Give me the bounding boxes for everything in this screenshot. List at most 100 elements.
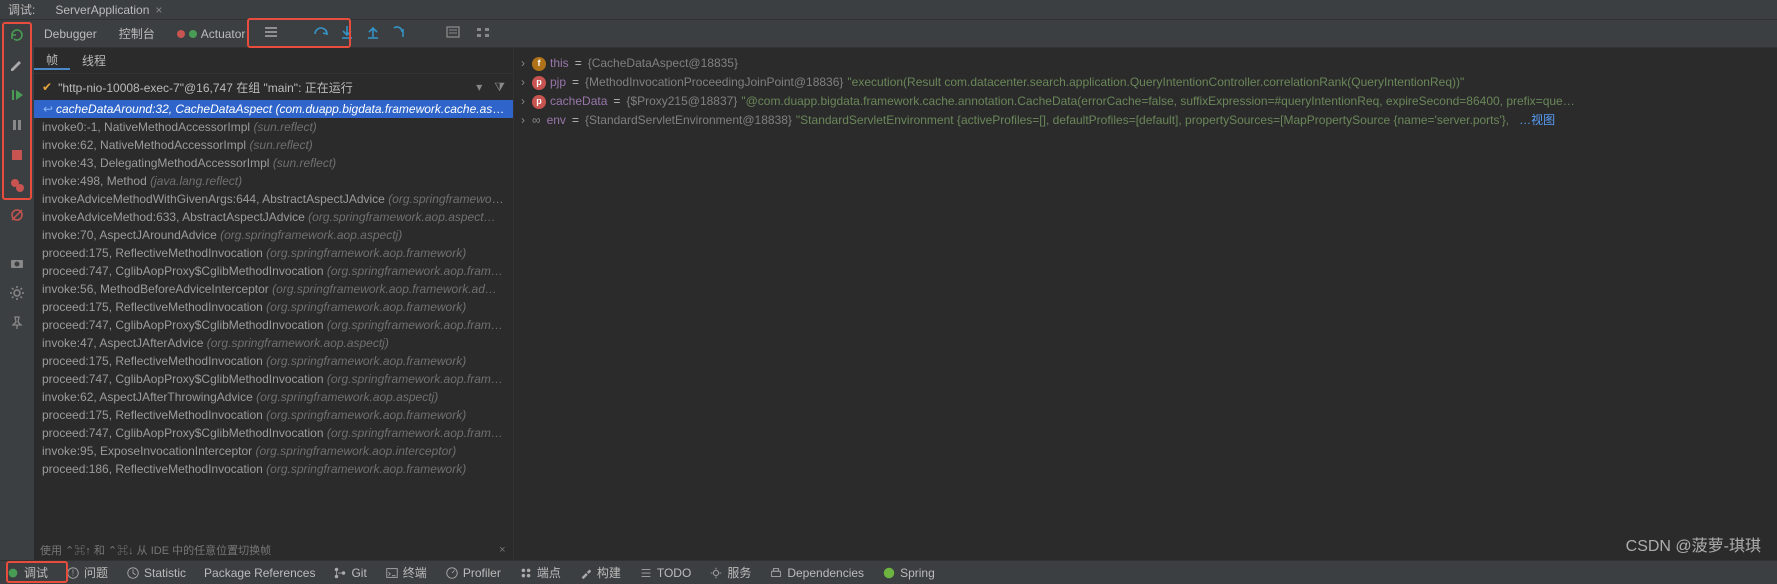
thread-selector[interactable]: ✔ "http-nio-10008-exec-7"@16,747 在组 "mai…	[34, 74, 513, 100]
run-to-cursor-button[interactable]	[391, 24, 407, 43]
pause-button[interactable]	[8, 116, 26, 134]
stack-frame[interactable]: proceed:175, ReflectiveMethodInvocation …	[34, 406, 513, 424]
tool-endpoints[interactable]: 端点	[519, 564, 561, 581]
hint-close-icon[interactable]: ×	[499, 544, 505, 556]
variables-panel[interactable]: ›fthis = {CacheDataAspect@18835}›ppjp = …	[514, 48, 1777, 560]
stack-frame[interactable]: proceed:175, ReflectiveMethodInvocation …	[34, 352, 513, 370]
stack-frame[interactable]: invoke:70, AspectJAroundAdvice (org.spri…	[34, 226, 513, 244]
rerun-button[interactable]	[8, 26, 26, 44]
terminal-icon	[385, 566, 399, 580]
hammer-icon	[579, 566, 593, 580]
resume-button[interactable]	[8, 86, 26, 104]
run-config-tab[interactable]: ServerApplication ×	[43, 3, 170, 17]
endpoints-icon	[519, 566, 533, 580]
tool-profiler[interactable]: Profiler	[445, 566, 501, 580]
stack-frame[interactable]: invoke:498, Method (java.lang.reflect)	[34, 172, 513, 190]
stack-frame[interactable]: invoke:56, MethodBeforeAdviceInterceptor…	[34, 280, 513, 298]
stack-frame[interactable]: proceed:747, CglibAopProxy$CglibMethodIn…	[34, 370, 513, 388]
var-badge: f	[532, 57, 546, 71]
tool-problems[interactable]: !问题	[66, 564, 108, 581]
step-buttons-group	[313, 24, 407, 43]
tool-debug[interactable]: 调试	[6, 564, 48, 581]
frames-hint: 使用 ⌃⌘↑ 和 ⌃⌘↓ 从 IDE 中的任意位置切换帧 ×	[40, 542, 506, 558]
step-out-button[interactable]	[365, 24, 381, 43]
run-config-name: ServerApplication	[55, 3, 149, 17]
infinity-icon: ∞	[532, 111, 541, 130]
close-icon[interactable]: ×	[155, 3, 162, 17]
view-link[interactable]: …视图	[1519, 111, 1555, 130]
tool-services[interactable]: 服务	[709, 564, 751, 581]
funnel-icon[interactable]: ⧩	[494, 80, 505, 95]
tab-frames[interactable]: 帧	[34, 51, 70, 70]
tool-dependencies[interactable]: Dependencies	[769, 566, 864, 580]
actuator-label: Actuator	[201, 27, 246, 41]
services-icon	[709, 566, 723, 580]
stack-frame[interactable]: invoke:95, ExposeInvocationInterceptor (…	[34, 442, 513, 460]
tool-terminal[interactable]: 终端	[385, 564, 427, 581]
variable-row[interactable]: ›fthis = {CacheDataAspect@18835}	[518, 54, 1773, 73]
clock-icon	[126, 566, 140, 580]
frames-head: 帧 线程	[34, 48, 513, 74]
step-into-button[interactable]	[339, 24, 355, 43]
tab-console[interactable]: 控制台	[115, 23, 159, 44]
variable-row[interactable]: ›ppjp = {MethodInvocationProceedingJoinP…	[518, 73, 1773, 92]
threads-view-icon[interactable]	[263, 24, 279, 43]
stack-frame[interactable]: ↩cacheDataAround:32, CacheDataAspect (co…	[34, 100, 513, 118]
view-breakpoints-button[interactable]	[8, 176, 26, 194]
actuator-dot-green	[189, 30, 197, 38]
trace-current-stream-chain-button[interactable]	[475, 24, 491, 43]
stack-frame[interactable]: proceed:175, ReflectiveMethodInvocation …	[34, 298, 513, 316]
debug-left-toolbar	[0, 20, 34, 560]
bug-icon	[6, 566, 20, 580]
tool-git[interactable]: Git	[333, 566, 366, 580]
debug-label: 调试:	[0, 1, 43, 18]
evaluate-expression-button[interactable]	[445, 24, 461, 43]
top-tabstrip: 调试: ServerApplication ×	[0, 0, 1777, 20]
stack-frame[interactable]: invoke:62, AspectJAfterThrowingAdvice (o…	[34, 388, 513, 406]
frames-panel: 帧 线程 ✔ "http-nio-10008-exec-7"@16,747 在组…	[34, 48, 514, 560]
stack-frame[interactable]: invokeAdviceMethodWithGivenArgs:644, Abs…	[34, 190, 513, 208]
stop-button[interactable]	[8, 146, 26, 164]
modify-run-config-button[interactable]	[8, 56, 26, 74]
stack-frame[interactable]: invoke:62, NativeMethodAccessorImpl (sun…	[34, 136, 513, 154]
profiler-icon	[445, 566, 459, 580]
debugger-main: 帧 线程 ✔ "http-nio-10008-exec-7"@16,747 在组…	[34, 48, 1777, 560]
tool-statistic[interactable]: Statistic	[126, 566, 186, 580]
spring-icon	[882, 566, 896, 580]
actuator-dot-red	[177, 30, 185, 38]
mute-breakpoints-button[interactable]	[8, 206, 26, 224]
chevron-right-icon[interactable]: ›	[518, 111, 528, 130]
stack-frame-list[interactable]: ↩cacheDataAround:32, CacheDataAspect (co…	[34, 100, 513, 560]
chevron-right-icon[interactable]: ›	[518, 54, 528, 73]
settings-button[interactable]	[8, 284, 26, 302]
filter-icon[interactable]: ▾	[476, 80, 482, 94]
hint-text: 使用 ⌃⌘↑ 和 ⌃⌘↓ 从 IDE 中的任意位置切换帧	[40, 542, 271, 558]
stack-frame[interactable]: proceed:747, CglibAopProxy$CglibMethodIn…	[34, 316, 513, 334]
tool-build[interactable]: 构建	[579, 564, 621, 581]
variable-row[interactable]: ›∞env = {StandardServletEnvironment@1883…	[518, 111, 1773, 130]
bottom-toolwindows-bar: 调试 !问题 Statistic Package References Git …	[0, 560, 1777, 584]
tab-debugger[interactable]: Debugger	[40, 25, 101, 43]
stack-frame[interactable]: invoke0:-1, NativeMethodAccessorImpl (su…	[34, 118, 513, 136]
tool-spring[interactable]: Spring	[882, 566, 935, 580]
tab-threads[interactable]: 线程	[70, 52, 118, 69]
stack-frame[interactable]: proceed:175, ReflectiveMethodInvocation …	[34, 244, 513, 262]
stack-frame[interactable]: proceed:747, CglibAopProxy$CglibMethodIn…	[34, 262, 513, 280]
tool-todo[interactable]: TODO	[639, 566, 691, 580]
stack-frame[interactable]: invokeAdviceMethod:633, AbstractAspectJA…	[34, 208, 513, 226]
stack-frame[interactable]: invoke:47, AspectJAfterAdvice (org.sprin…	[34, 334, 513, 352]
stack-frame[interactable]: proceed:186, ReflectiveMethodInvocation …	[34, 460, 513, 478]
pin-button[interactable]	[8, 314, 26, 332]
stack-frame[interactable]: proceed:747, CglibAopProxy$CglibMethodIn…	[34, 424, 513, 442]
deps-icon	[769, 566, 783, 580]
check-icon: ✔	[42, 80, 52, 94]
git-icon	[333, 566, 347, 580]
tab-actuator[interactable]: Actuator	[173, 25, 250, 43]
variable-row[interactable]: ›pcacheData = {$Proxy215@18837} "@com.du…	[518, 92, 1773, 111]
step-over-button[interactable]	[313, 24, 329, 43]
chevron-right-icon[interactable]: ›	[518, 73, 528, 92]
camera-button[interactable]	[8, 254, 26, 272]
stack-frame[interactable]: invoke:43, DelegatingMethodAccessorImpl …	[34, 154, 513, 172]
tool-package-references[interactable]: Package References	[204, 566, 315, 580]
chevron-right-icon[interactable]: ›	[518, 92, 528, 111]
